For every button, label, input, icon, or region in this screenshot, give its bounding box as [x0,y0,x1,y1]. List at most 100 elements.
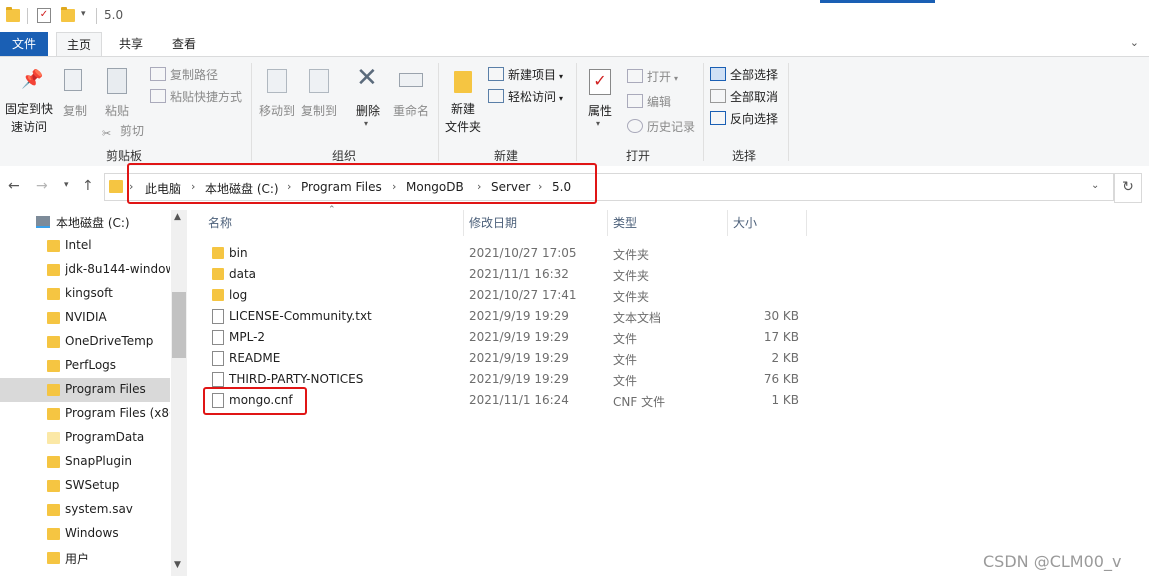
invert-selection-label: 反向选择 [730,112,779,126]
select-all-label: 全部选择 [730,68,779,82]
move-to-button[interactable]: 移动到 [256,59,298,119]
invert-selection-icon [710,111,726,125]
select-all-button[interactable]: 全部选择 [710,67,778,83]
chevron-down-icon: ▾ [559,72,564,81]
open-button[interactable]: 打开 ▾ [627,69,678,87]
tab-home[interactable]: 主页 [56,32,102,57]
nav-scrollbar[interactable]: ▲ ▼ [171,210,187,576]
copy-path-button[interactable]: 复制路径 [150,67,218,83]
nav-item-nvidia[interactable]: NVIDIA [0,306,170,330]
nav-item-programdata[interactable]: ProgramData [0,426,170,450]
recent-locations-chevron-icon[interactable]: ▾ [64,180,69,190]
edit-label: 编辑 [647,95,672,109]
forward-arrow-icon[interactable]: → [36,178,48,194]
nav-item-kingsoft[interactable]: kingsoft [0,282,170,306]
scroll-up-icon[interactable]: ▲ [174,212,181,222]
up-arrow-icon[interactable]: ↑ [82,178,94,194]
folder-icon [47,528,60,540]
properties-button[interactable]: ✓ 属性 ▾ [582,59,618,133]
file-row-license[interactable]: LICENSE-Community.txt 2021/9/19 19:29 文本… [205,306,805,327]
paste-label: 粘贴 [104,104,129,118]
pin-label-1: 固定到快 [4,102,53,116]
file-row-data[interactable]: data 2021/11/1 16:32 文件夹 [205,264,805,285]
new-folder-quick-icon[interactable] [61,7,75,22]
new-folder-button[interactable]: 新建 文件夹 [442,59,484,139]
copy-path-icon [150,67,166,81]
group-divider [576,63,577,161]
file-name: MPL-2 [229,330,266,344]
column-header-date[interactable]: 修改日期 [469,214,517,231]
tab-share[interactable]: 共享 [110,32,152,56]
folder-icon [47,504,60,516]
new-item-button[interactable]: 新建项目 ▾ [488,67,563,85]
nav-item-drive[interactable]: 本地磁盘 (C:) [0,210,170,234]
easy-access-label: 轻松访问 [508,90,557,104]
folder-icon [47,336,60,348]
file-row-bin[interactable]: bin 2021/10/27 17:05 文件夹 [205,243,805,264]
copy-label: 复制 [62,104,87,118]
column-header-name[interactable]: 名称 [208,214,232,231]
file-date: 2021/9/19 19:29 [469,372,569,386]
easy-access-button[interactable]: 轻松访问 ▾ [488,89,563,107]
column-divider[interactable] [463,210,464,236]
invert-selection-button[interactable]: 反向选择 [710,111,778,127]
copy-to-button[interactable]: 复制到 [298,59,340,119]
file-row-readme[interactable]: README 2021/9/19 19:29 文件 2 KB [205,348,805,369]
expand-ribbon-icon[interactable]: ⌄ [1130,36,1139,49]
delete-button[interactable]: ✕ 删除 ▾ [350,59,386,133]
column-divider[interactable] [727,210,728,236]
folder-icon [6,7,20,22]
back-arrow-icon[interactable]: ← [8,178,20,194]
rename-label: 重命名 [392,104,429,118]
address-history-chevron-icon[interactable]: ⌄ [1091,180,1099,191]
nav-item-snapplugin[interactable]: SnapPlugin [0,450,170,474]
column-divider[interactable] [806,210,807,236]
chevron-down-icon: ▾ [364,119,369,128]
properties-check-icon[interactable]: ✓ [37,8,51,23]
rename-icon [399,73,423,87]
ribbon: 📌 固定到快 速访问 复制 粘贴 复制路径 粘贴快捷方式 ✂ 剪切 剪贴板 移动到… [0,56,1149,168]
paste-button[interactable]: 粘贴 [100,59,134,119]
column-header-size[interactable]: 大小 [733,214,757,231]
file-date: 2021/10/27 17:05 [469,246,577,260]
select-none-button[interactable]: 全部取消 [710,89,778,105]
file-name: data [229,267,257,281]
nav-item-label: Windows [65,526,119,540]
file-type: 文本文档 [613,311,662,325]
drive-icon [36,216,50,228]
column-divider[interactable] [607,210,608,236]
file-row-mpl[interactable]: MPL-2 2021/9/19 19:29 文件 17 KB [205,327,805,348]
nav-item-program-files-x86[interactable]: Program Files (x86) [0,402,170,426]
paste-shortcut-icon [150,89,166,103]
pin-to-quick-access-button[interactable]: 📌 固定到快 速访问 [2,59,56,135]
nav-item-intel[interactable]: Intel [0,234,170,258]
file-row-log[interactable]: log 2021/10/27 17:41 文件夹 [205,285,805,306]
nav-item-users[interactable]: 用户 [0,546,170,570]
nav-item-onedrivetemp[interactable]: OneDriveTemp [0,330,170,354]
nav-item-system-sav[interactable]: system.sav [0,498,170,522]
new-item-icon [488,67,504,81]
tab-file[interactable]: 文件 [0,32,48,56]
history-button[interactable]: 历史记录 [627,119,695,135]
nav-item-windows[interactable]: Windows [0,522,170,546]
file-size: 30 KB [763,309,799,323]
select-none-label: 全部取消 [730,90,779,104]
folder-icon [212,289,224,301]
tab-view[interactable]: 查看 [162,32,206,56]
nav-item-program-files-selected[interactable]: Program Files [0,378,170,402]
paste-shortcut-button[interactable]: 粘贴快捷方式 [150,89,242,105]
cut-button[interactable]: ✂ 剪切 [102,123,144,140]
rename-button[interactable]: 重命名 [390,59,432,119]
file-date: 2021/9/19 19:29 [469,351,569,365]
refresh-icon[interactable]: ↻ [1114,173,1142,203]
nav-item-swsetup[interactable]: SWSetup [0,474,170,498]
copy-button[interactable]: 复制 [60,59,90,119]
scroll-down-icon[interactable]: ▼ [174,560,181,570]
edit-button[interactable]: 编辑 [627,94,671,110]
customize-quick-access-icon[interactable]: ▾ [81,9,86,19]
scrollbar-thumb[interactable] [172,292,186,358]
nav-item-perflogs[interactable]: PerfLogs [0,354,170,378]
file-type: 文件 [613,353,638,367]
nav-item-jdk[interactable]: jdk-8u144-windows [0,258,170,282]
column-header-type[interactable]: 类型 [613,214,637,231]
